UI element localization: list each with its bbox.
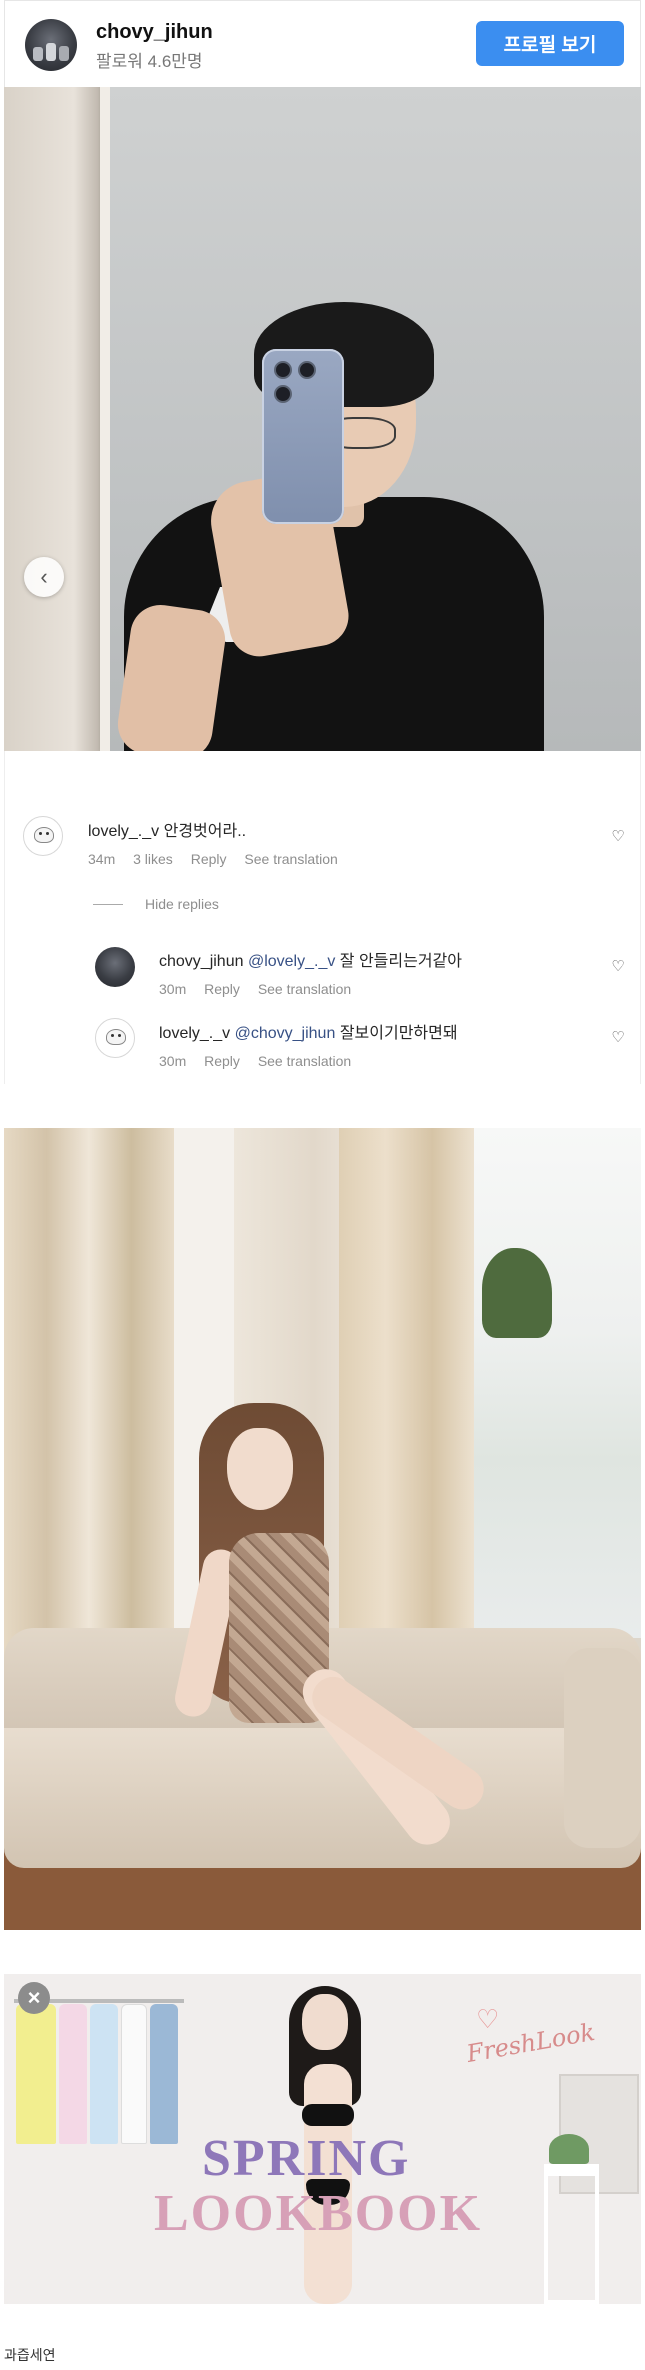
hide-replies-button[interactable]: Hide replies: [145, 896, 219, 912]
comment-username[interactable]: lovely_._v: [88, 823, 159, 840]
avatar[interactable]: [23, 816, 63, 856]
mention-link[interactable]: @chovy_jihun: [235, 1025, 336, 1042]
avatar[interactable]: [95, 947, 135, 987]
sofa-seat: [4, 1728, 641, 1868]
model-top: [302, 2104, 354, 2126]
comment-username[interactable]: chovy_jihun: [159, 953, 244, 970]
heart-icon: ♡: [476, 2004, 500, 2034]
tree: [482, 1248, 552, 1338]
comment-text: 잘 안들리는거같아: [339, 953, 463, 970]
model-face: [302, 1994, 348, 2050]
curtain: [339, 1128, 479, 1648]
post-image[interactable]: ‹: [4, 87, 641, 751]
comment-time: 34m: [88, 851, 116, 867]
clothing-item: [90, 2004, 118, 2144]
comment-time: 30m: [159, 981, 187, 997]
ad-banner-lookbook[interactable]: ♡ FreshLook SPRING LOOKBOOK ×: [4, 1974, 641, 2304]
heart-icon[interactable]: ♡: [610, 959, 626, 975]
ad-headline-line1: SPRING: [202, 2130, 411, 2187]
reply-button[interactable]: Reply: [204, 981, 240, 997]
mention-link[interactable]: @lovely_._v: [248, 953, 335, 970]
heart-icon[interactable]: ♡: [610, 829, 626, 845]
chevron-left-icon[interactable]: ‹: [24, 557, 64, 597]
comment-meta: 34m 3 likes Reply See translation: [88, 851, 352, 867]
divider: [93, 904, 123, 905]
caption-text: 과즙세연: [4, 2347, 56, 2363]
comment-main: lovely_._v 안경벗어라..: [88, 817, 246, 841]
clothing-item: [59, 2004, 87, 2144]
mirror-frame: [100, 87, 110, 751]
ad-image-sofa[interactable]: [4, 1128, 641, 1930]
follower-count: 팔로워 4.6만명: [96, 52, 203, 71]
comment-meta: 30m Reply See translation: [159, 1053, 365, 1069]
see-translation-link[interactable]: See translation: [258, 1053, 351, 1069]
reply-button[interactable]: Reply: [204, 1053, 240, 1069]
avatar[interactable]: [95, 1018, 135, 1058]
model-face: [227, 1428, 293, 1510]
close-icon[interactable]: ×: [18, 1982, 50, 2014]
reply-comment: lovely_._v @chovy_jihun 잘보이기만하면돼: [159, 1019, 458, 1043]
arm: [114, 601, 229, 751]
heart-icon[interactable]: ♡: [610, 1030, 626, 1046]
view-profile-button[interactable]: 프로필 보기: [476, 21, 624, 66]
clothing-item: [121, 2004, 147, 2144]
comment-text: 안경벗어라..: [163, 823, 247, 840]
reply-comment: chovy_jihun @lovely_._v 잘 안들리는거같아: [159, 947, 462, 971]
comment-meta: 30m Reply See translation: [159, 981, 365, 997]
comment-time: 30m: [159, 1053, 187, 1069]
plant: [549, 2134, 589, 2164]
reply-button[interactable]: Reply: [191, 851, 227, 867]
window: [474, 1128, 641, 1638]
comment-username[interactable]: lovely_._v: [159, 1025, 230, 1042]
profile-header: chovy_jihun 팔로워 4.6만명 프로필 보기: [4, 0, 641, 87]
profile-username[interactable]: chovy_jihun: [96, 21, 213, 44]
comment-text: 잘보이기만하면돼: [339, 1025, 458, 1042]
comment-likes[interactable]: 3 likes: [133, 851, 173, 867]
sofa-arm: [564, 1648, 641, 1848]
avatar[interactable]: [25, 19, 77, 71]
page: chovy_jihun 팔로워 4.6만명 프로필 보기 ‹ lovely_._…: [0, 0, 645, 2370]
phone: [262, 349, 344, 524]
see-translation-link[interactable]: See translation: [244, 851, 337, 867]
door: [4, 87, 104, 751]
comments-section: lovely_._v 안경벗어라.. 34m 3 likes Reply See…: [4, 751, 641, 1084]
stool: [544, 2164, 599, 2304]
clothing-item: [16, 2004, 56, 2144]
see-translation-link[interactable]: See translation: [258, 981, 351, 997]
clothing-item: [150, 2004, 178, 2144]
ad-headline-line2: LOOKBOOK: [154, 2185, 483, 2242]
